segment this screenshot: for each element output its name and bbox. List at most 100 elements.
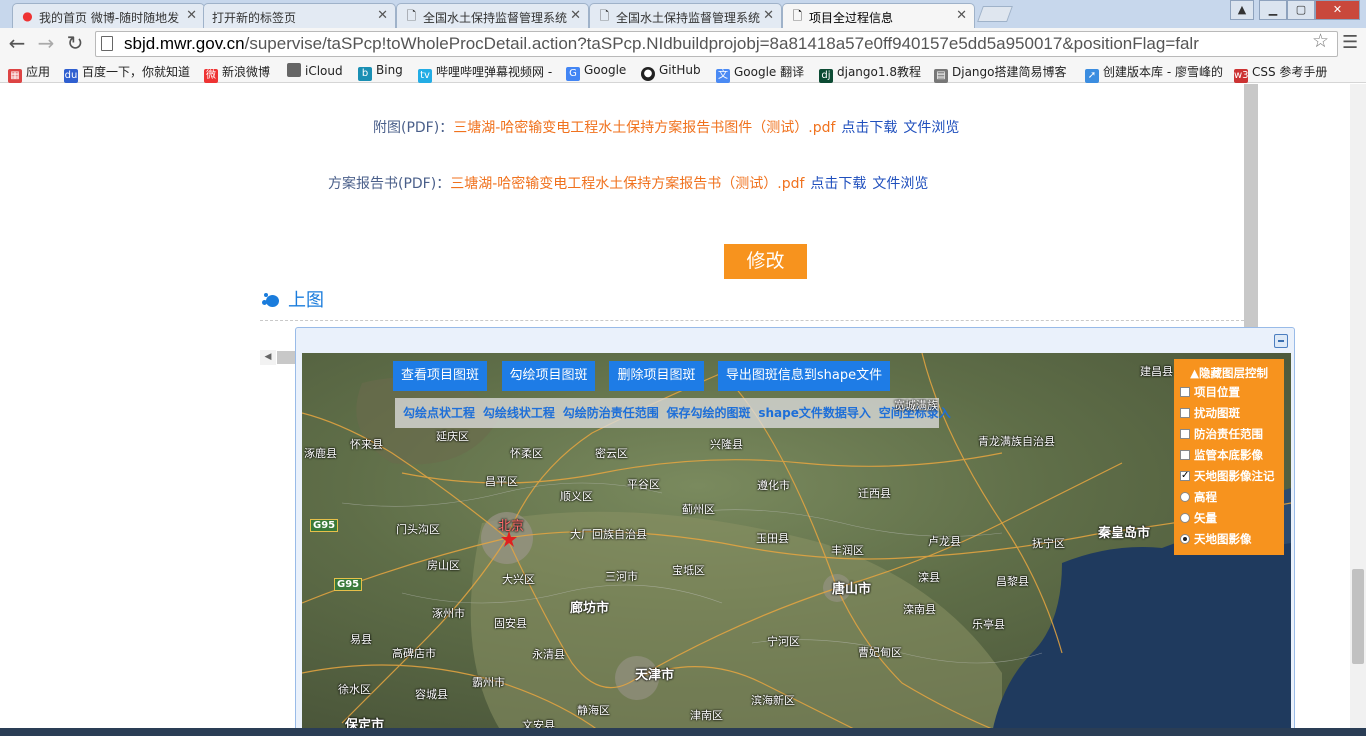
map-label: 建昌县 (1140, 365, 1173, 378)
close-icon[interactable]: ✕ (377, 8, 388, 23)
apple-icon (287, 63, 301, 77)
layer-checkbox-baseline-imagery[interactable]: 监管本底影像 (1178, 446, 1280, 467)
bookmark-icloud[interactable]: iCloud (287, 63, 343, 78)
bilibili-icon: tv (418, 69, 432, 83)
address-bar[interactable]: sbjd.mwr.gov.cn/supervise/taSPcp!toWhole… (95, 31, 1338, 57)
scroll-left-arrow-icon[interactable]: ◀ (260, 350, 276, 365)
browser-tab-active[interactable]: 🗋 项目全过程信息 ✕ (782, 3, 975, 28)
draw-responsibility-area-tool[interactable]: 勾绘防治责任范围 (563, 406, 659, 420)
bookmark-google[interactable]: G Google (566, 63, 626, 81)
close-icon[interactable]: ✕ (763, 8, 774, 23)
map-label: 大兴区 (502, 573, 535, 586)
bing-icon: b (358, 67, 372, 81)
delete-project-patches-button[interactable]: 删除项目图斑 (609, 361, 704, 391)
checkbox[interactable] (1180, 450, 1190, 460)
draw-project-patches-button[interactable]: 勾绘项目图斑 (502, 361, 595, 391)
browser-tab-newtab[interactable]: 打开新的标签页 ✕ (203, 3, 396, 28)
layer-checkbox-disturbance[interactable]: 扰动图斑 (1178, 404, 1280, 425)
export-shape-button[interactable]: 导出图斑信息到shape文件 (718, 361, 890, 391)
star-icon[interactable]: ☆ (1312, 30, 1329, 52)
radio-selected[interactable] (1180, 534, 1190, 544)
layer-radio-vector[interactable]: 矢量 (1178, 509, 1280, 530)
bookmark-translate[interactable]: 文 Google 翻译 (716, 63, 804, 83)
browse-link[interactable]: 文件浏览 (872, 176, 928, 192)
edit-button[interactable]: 修改 (724, 244, 807, 279)
bookmark-bilibili[interactable]: tv 哔哩哔哩弹幕视频网 - (418, 63, 552, 83)
translate-icon: 文 (716, 69, 730, 83)
bookmark-css[interactable]: w3 CSS 参考手册 (1234, 63, 1327, 83)
layer-label: 矢量 (1194, 511, 1217, 525)
maximize-button[interactable]: ▢ (1287, 0, 1315, 20)
user-icon[interactable]: ▲ (1230, 0, 1254, 20)
checkbox[interactable] (1180, 387, 1190, 397)
map-label: 平谷区 (627, 478, 660, 491)
bookmark-github[interactable]: ● GitHub (641, 63, 701, 81)
checkbox[interactable] (1180, 429, 1190, 439)
save-drawn-patches-tool[interactable]: 保存勾绘的图斑 (667, 406, 751, 420)
horizontal-scroller[interactable]: ◀ (260, 350, 296, 365)
draw-line-tool[interactable]: 勾绘线状工程 (483, 406, 555, 420)
layer-checkbox-responsibility[interactable]: 防治责任范围 (1178, 425, 1280, 446)
minimize-button[interactable]: ▁ (1259, 0, 1287, 20)
new-tab-button[interactable] (977, 6, 1013, 22)
radio[interactable] (1180, 492, 1190, 502)
bookmark-apps[interactable]: ▦ 应用 (8, 63, 50, 83)
checkbox-checked[interactable]: ✓ (1180, 471, 1190, 481)
window-close-button[interactable]: ✕ (1315, 0, 1360, 20)
attachment-report-row: 方案报告书(PDF)：三塘湖-哈密输变电工程水土保持方案报告书（测试）.pdf 点… (328, 173, 928, 193)
attachment-file-name[interactable]: 三塘湖-哈密输变电工程水土保持方案报告书图件（测试）.pdf (453, 120, 835, 136)
close-icon[interactable]: ✕ (956, 8, 967, 23)
layer-control-panel: ▲隐藏图层控制 项目位置 扰动图斑 防治责任范围 监管本底影像 ✓ 天地图影像注记… (1174, 359, 1284, 555)
tab-title: 项目全过程信息 (809, 11, 894, 25)
scrollbar-thumb[interactable] (1352, 569, 1364, 664)
menu-icon[interactable]: ☰ (1342, 32, 1358, 53)
forward-arrow-icon[interactable]: → (34, 32, 58, 56)
browser-tab-weibo[interactable]: ● 我的首页 微博-随时随地发 ✕ (12, 3, 205, 28)
browser-tab-supervise-2[interactable]: 🗋 全国水土保持监督管理系统 ✕ (589, 3, 782, 28)
google-icon: G (566, 67, 580, 81)
bookmark-label: 哔哩哔哩弹幕视频网 - (436, 65, 553, 79)
bookmark-label: 应用 (26, 65, 51, 79)
page-scrollbar[interactable] (1350, 84, 1366, 728)
import-shape-tool[interactable]: shape文件数据导入 (758, 406, 871, 420)
map-label: 门头沟区 (396, 523, 440, 536)
page-icon: 🗋 (792, 9, 803, 23)
bookmark-liaoxuefeng[interactable]: ➚ 创建版本库 - 廖雪峰的 (1085, 63, 1223, 83)
layer-checkbox-project-location[interactable]: 项目位置 (1178, 383, 1280, 404)
collapse-icon[interactable] (1274, 334, 1288, 348)
baidu-icon: du (64, 69, 78, 83)
browser-tab-supervise-1[interactable]: 🗋 全国水土保持监督管理系统 ✕ (396, 3, 589, 28)
close-icon[interactable]: ✕ (186, 8, 197, 23)
page-icon: 🗋 (599, 9, 610, 23)
bookmark-bing[interactable]: b Bing (358, 63, 403, 81)
layer-checkbox-tianditu-annotation[interactable]: ✓ 天地图影像注记 (1178, 467, 1280, 488)
attachment-file-name[interactable]: 三塘湖-哈密输变电工程水土保持方案报告书（测试）.pdf (450, 176, 804, 192)
satellite-map[interactable]: 查看项目图斑 勾绘项目图斑 删除项目图斑 导出图斑信息到shape文件 勾绘点状… (302, 353, 1291, 733)
layer-radio-tianditu-imagery[interactable]: 天地图影像 (1178, 530, 1280, 551)
draw-point-tool[interactable]: 勾绘点状工程 (403, 406, 475, 420)
back-arrow-icon[interactable]: ← (5, 32, 29, 56)
scroll-thumb[interactable] (277, 351, 296, 364)
map-label: 津南区 (690, 709, 723, 722)
radio[interactable] (1180, 513, 1190, 523)
browse-link[interactable]: 文件浏览 (903, 120, 959, 136)
bookmark-django-blog[interactable]: ▤ Django搭建简易博客 (934, 63, 1067, 83)
download-link[interactable]: 点击下载 (810, 176, 866, 192)
bookmark-django[interactable]: dj django1.8教程 (819, 63, 921, 83)
map-label: 易县 (350, 633, 372, 646)
tab-title: 全国水土保持监督管理系统 (423, 11, 568, 25)
rocket-icon: ➚ (1085, 69, 1099, 83)
book-icon: ▤ (934, 69, 948, 83)
bookmark-baidu[interactable]: du 百度一下，你就知道 (64, 63, 190, 83)
layer-radio-elevation[interactable]: 高程 (1178, 488, 1280, 509)
hide-layer-control-toggle[interactable]: ▲隐藏图层控制 (1178, 365, 1280, 383)
checkbox[interactable] (1180, 408, 1190, 418)
view-project-patches-button[interactable]: 查看项目图斑 (393, 361, 487, 391)
reload-icon[interactable]: ↻ (63, 32, 87, 56)
download-link[interactable]: 点击下载 (841, 120, 897, 136)
attachment-label: 附图(PDF)： (373, 120, 454, 136)
close-icon[interactable]: ✕ (570, 8, 581, 23)
bookmark-label: Bing (376, 63, 403, 77)
bookmark-label: Django搭建简易博客 (952, 65, 1067, 79)
bookmark-weibo[interactable]: 微新浪微博 (204, 63, 270, 83)
